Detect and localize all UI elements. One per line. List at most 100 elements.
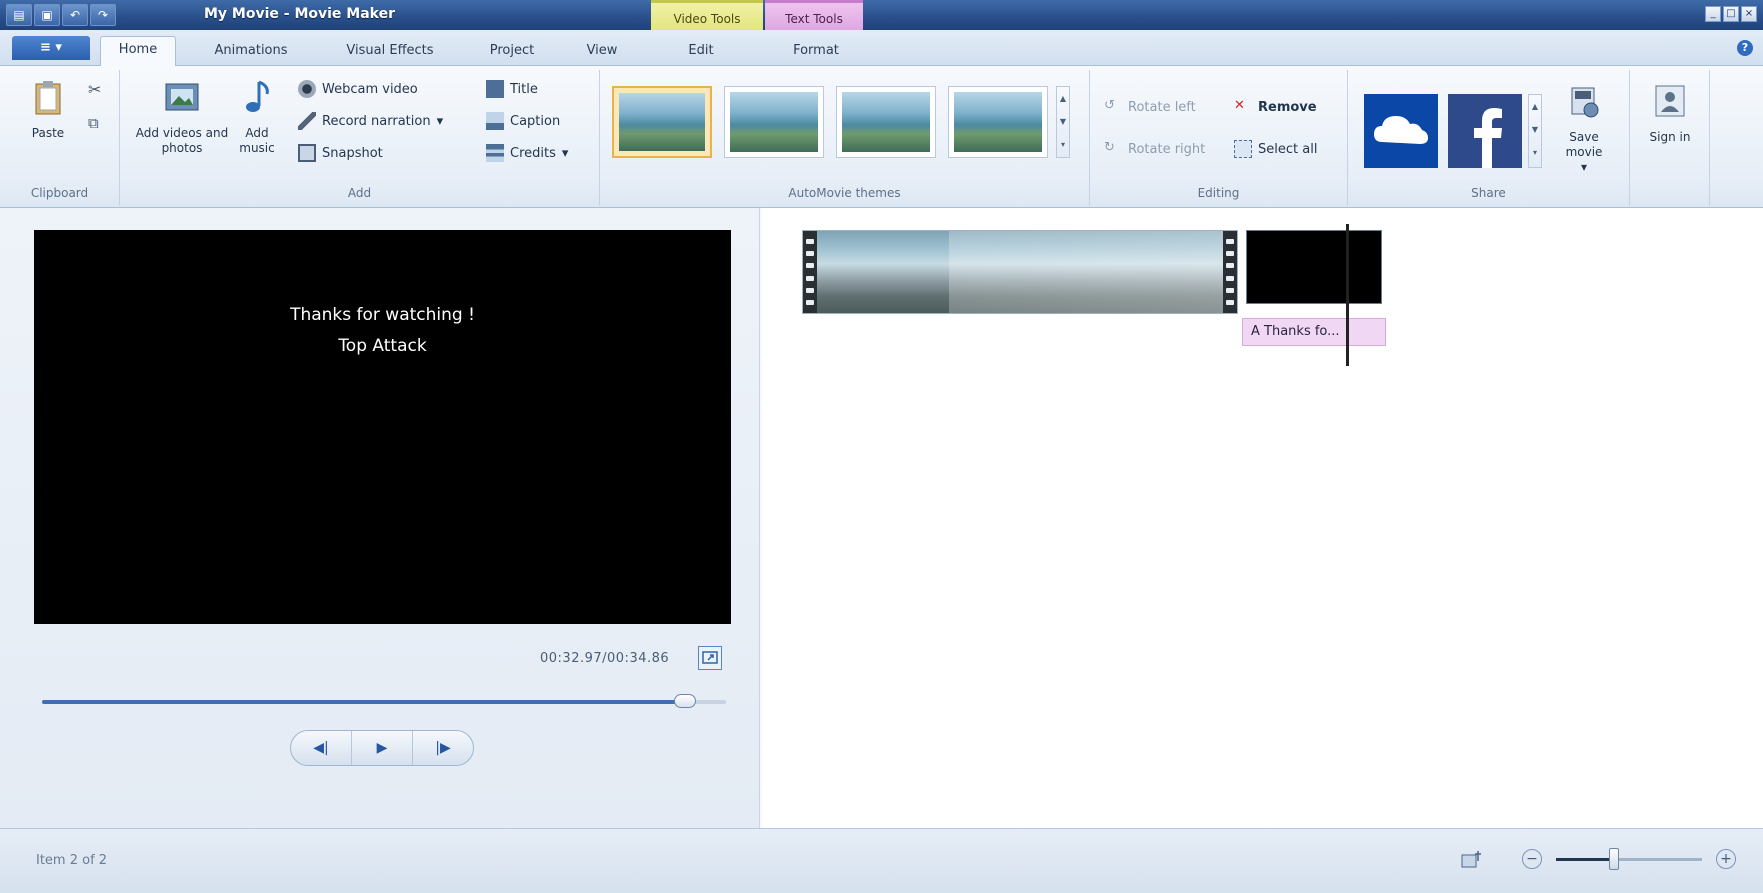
microphone-icon xyxy=(298,112,316,130)
undo-icon[interactable]: ↶ xyxy=(62,4,88,26)
file-menu-button[interactable]: ≡ ▾ xyxy=(12,36,90,60)
main-area: Thanks for watching ! Top Attack 00:32.9… xyxy=(0,208,1763,828)
tab-animations[interactable]: Animations xyxy=(196,38,306,66)
save-movie-icon xyxy=(1571,87,1599,118)
copy-icon[interactable]: ⧉ xyxy=(88,114,99,132)
timecode: 00:32.97/00:34.86 xyxy=(540,651,670,666)
film-sprocket-right xyxy=(1223,231,1237,313)
tab-view[interactable]: View xyxy=(570,38,634,66)
zoom-in-button[interactable]: + xyxy=(1716,849,1736,869)
sign-in-group: Sign in xyxy=(1630,70,1710,206)
webcam-icon xyxy=(298,80,316,98)
close-button[interactable]: × xyxy=(1741,6,1757,22)
storyboard-view-icon[interactable] xyxy=(1460,847,1486,871)
theme-image xyxy=(954,92,1042,152)
theme-image xyxy=(730,92,818,152)
context-tab-text-tools: Text Tools xyxy=(765,0,863,32)
chevron-down-icon: ▾ xyxy=(436,113,444,129)
caption-button[interactable]: Caption xyxy=(486,110,560,132)
theme-thumbnail-4[interactable] xyxy=(948,86,1048,158)
seek-bar-fill xyxy=(42,700,685,704)
playback-controls: ◀| ▶ |▶ xyxy=(290,730,474,766)
theme-image xyxy=(842,92,930,152)
music-note-icon xyxy=(246,80,269,112)
playhead[interactable] xyxy=(1346,224,1349,366)
paste-button[interactable]: Paste xyxy=(18,78,78,141)
app-menu-icon[interactable]: ▤ xyxy=(6,4,32,26)
video-preview[interactable]: Thanks for watching ! Top Attack xyxy=(34,230,731,624)
tab-home[interactable]: Home xyxy=(100,36,176,67)
credits-icon xyxy=(486,144,504,162)
group-label-share: Share xyxy=(1471,186,1506,200)
onedrive-share-tile[interactable] xyxy=(1364,94,1438,168)
title-bar: ▤ ▣ ↶ ↷ My Movie - Movie Maker Video Too… xyxy=(0,0,1763,32)
window-title: My Movie - Movie Maker xyxy=(204,6,396,22)
share-group: ▲ ▼ ▾ Save movie ▾ Share xyxy=(1348,70,1630,206)
film-sprocket-left xyxy=(803,231,817,313)
previous-frame-button[interactable]: ◀| xyxy=(291,731,351,765)
minimize-button[interactable]: _ xyxy=(1705,6,1721,22)
snapshot-button[interactable]: Snapshot xyxy=(298,142,383,164)
tab-visual-effects[interactable]: Visual Effects xyxy=(330,38,450,66)
save-movie-button[interactable]: Save movie ▾ xyxy=(1552,82,1616,175)
next-frame-button[interactable]: |▶ xyxy=(412,731,473,765)
preview-caption-line-2: Top Attack xyxy=(338,336,427,356)
sign-in-button[interactable]: Sign in xyxy=(1640,82,1700,145)
video-clip[interactable] xyxy=(802,230,1238,314)
tab-edit[interactable]: Edit xyxy=(666,38,736,66)
editing-group: ↺ Rotate left ↻ Rotate right ✕ Remove Se… xyxy=(1090,70,1348,206)
seek-bar[interactable] xyxy=(42,694,726,708)
user-icon xyxy=(1655,85,1685,117)
zoom-slider[interactable] xyxy=(1556,848,1702,870)
zoom-slider-thumb[interactable] xyxy=(1609,848,1620,870)
facebook-icon xyxy=(1474,108,1502,168)
save-icon[interactable]: ▣ xyxy=(34,4,60,26)
theme-thumbnail-3[interactable] xyxy=(836,86,936,158)
preview-caption: Thanks for watching ! Top Attack xyxy=(34,300,731,362)
theme-thumbnail-1[interactable] xyxy=(612,86,712,158)
credits-button[interactable]: Credits ▾ xyxy=(486,142,568,164)
group-label-add: Add xyxy=(347,186,372,200)
preview-caption-line-1: Thanks for watching ! xyxy=(290,305,475,325)
play-button[interactable]: ▶ xyxy=(351,731,412,765)
preview-pane: Thanks for watching ! Top Attack 00:32.9… xyxy=(0,208,760,828)
paste-icon xyxy=(35,81,61,115)
seek-bar-thumb[interactable] xyxy=(673,694,696,708)
snapshot-icon xyxy=(298,144,316,162)
tab-project[interactable]: Project xyxy=(470,38,554,66)
share-gallery-scroll[interactable]: ▲ ▼ ▾ xyxy=(1528,94,1542,168)
add-group: Add videos and photos Add music Webcam v… xyxy=(120,70,600,206)
rotate-left-button[interactable]: ↺ Rotate left xyxy=(1104,96,1196,118)
select-all-icon xyxy=(1234,140,1252,158)
cut-icon[interactable]: ✂ xyxy=(88,80,101,99)
tab-format[interactable]: Format xyxy=(776,38,856,66)
group-label-themes: AutoMovie themes xyxy=(788,186,901,200)
automovie-themes-group: ▲ ▼ ▾ AutoMovie themes xyxy=(600,70,1090,206)
title-button[interactable]: Title xyxy=(486,78,538,100)
quick-access-toolbar: ▤ ▣ ↶ ↷ xyxy=(6,4,116,26)
add-videos-button[interactable]: Add videos and photos xyxy=(134,78,230,156)
maximize-button[interactable]: □ xyxy=(1723,6,1739,22)
rotate-left-icon: ↺ xyxy=(1104,98,1115,113)
title-clip[interactable] xyxy=(1246,230,1382,304)
remove-button[interactable]: ✕ Remove xyxy=(1234,96,1317,118)
ribbon-tab-row: ≡ ▾ Home Animations Visual Effects Proje… xyxy=(0,30,1763,67)
context-tab-video-tools: Video Tools xyxy=(651,0,763,32)
rotate-right-icon: ↻ xyxy=(1104,140,1115,155)
gallery-scroll[interactable]: ▲ ▼ ▾ xyxy=(1056,86,1070,158)
zoom-out-button[interactable]: − xyxy=(1522,849,1542,869)
facebook-share-tile[interactable] xyxy=(1448,94,1522,168)
title-text-overlay[interactable]: A Thanks fo... xyxy=(1242,318,1386,346)
rotate-right-button[interactable]: ↻ Rotate right xyxy=(1104,138,1205,160)
theme-image xyxy=(619,93,705,151)
fullscreen-button[interactable] xyxy=(698,646,722,670)
help-icon[interactable]: ? xyxy=(1737,40,1753,56)
film-photo-icon xyxy=(165,83,199,111)
webcam-video-button[interactable]: Webcam video xyxy=(298,78,418,100)
window-controls: _ □ × xyxy=(1705,6,1757,22)
add-music-button[interactable]: Add music xyxy=(230,78,284,156)
select-all-button[interactable]: Select all xyxy=(1234,138,1317,160)
redo-icon[interactable]: ↷ xyxy=(90,4,116,26)
theme-thumbnail-2[interactable] xyxy=(724,86,824,158)
record-narration-button[interactable]: Record narration ▾ xyxy=(298,110,443,132)
